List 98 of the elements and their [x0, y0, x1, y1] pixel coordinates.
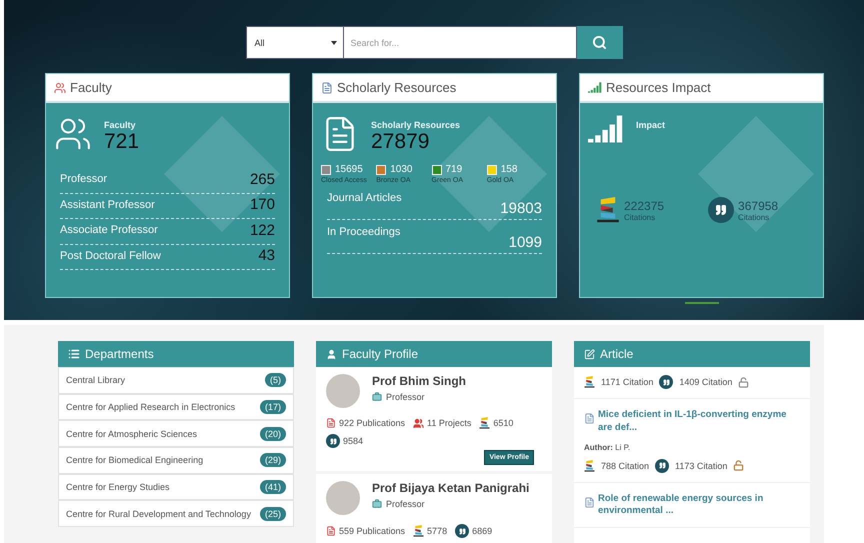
legend-value: 1030: [390, 164, 412, 175]
stat-text: 11 Projects: [427, 418, 472, 428]
legend-value: 158: [500, 164, 518, 175]
row-value: 122: [250, 222, 275, 239]
edit-icon: [584, 348, 595, 360]
document-icon: [584, 413, 595, 424]
citation-label: Citations: [624, 212, 656, 222]
stat-label: Impact: [636, 120, 666, 132]
stat-total: 27879: [371, 130, 430, 154]
category-select[interactable]: All: [246, 26, 344, 59]
stat-label: Faculty: [104, 120, 137, 130]
legend-value: 15695: [335, 164, 363, 175]
department-name: Centre for Atmospheric Sciences: [66, 428, 198, 439]
panel-title: Faculty Profile: [342, 347, 418, 361]
department-item[interactable]: Centre for Rural Development and Technology (25): [58, 500, 294, 528]
department-name: Central Library: [66, 375, 126, 386]
count-badge: (41): [260, 480, 286, 494]
panel-title: Departments: [85, 347, 154, 361]
card-title: Faculty: [70, 80, 112, 95]
department-item[interactable]: Centre for Atmospheric Sciences (20): [58, 420, 294, 448]
crossref-logo-icon: [584, 460, 595, 472]
count-badge: (5): [265, 373, 286, 388]
citation-label: Citations: [738, 212, 770, 222]
document-icon: [321, 82, 333, 94]
crossref-logo-icon: [596, 197, 620, 224]
citation-count: 222375: [624, 198, 664, 213]
search-icon: [592, 35, 607, 50]
briefcase-icon: [372, 392, 382, 402]
quote-icon: [655, 458, 670, 473]
person-name: Prof Bhim Singh: [372, 374, 466, 388]
position-text: Professor: [386, 392, 425, 402]
signal-bars-icon: [588, 82, 602, 93]
stat-total: 721: [104, 130, 140, 154]
signal-bars-icon: [588, 115, 624, 143]
person-name: Prof Bijaya Ketan Panigrahi: [372, 481, 530, 496]
department-item[interactable]: Centre for Energy Studies (41): [58, 474, 294, 500]
list-icon: [68, 348, 80, 360]
department-name: Centre for Rural Development and Technology: [66, 508, 251, 519]
row-value: 43: [258, 247, 275, 264]
people-icon: [413, 418, 424, 429]
department-name: Centre for Applied Research in Electronics: [66, 402, 236, 412]
card-title: Resources Impact: [606, 80, 711, 95]
stat-text: 5778: [427, 526, 448, 536]
citation-text: 788 Citation: [601, 460, 650, 471]
row-value: 19803: [500, 200, 542, 217]
stat-text: 6869: [472, 526, 492, 536]
row-value: 170: [250, 196, 275, 214]
row-label: Post Doctoral Fellow: [60, 250, 161, 262]
row-label: Associate Professor: [60, 224, 158, 236]
caret-icon: [330, 40, 336, 44]
document-icon: [326, 526, 336, 536]
department-item[interactable]: Centre for Applied Research in Electronics (17): [58, 394, 294, 420]
stat-text: 6510: [493, 418, 514, 428]
avatar-placeholder: [326, 481, 360, 516]
row-label: In Proceedings: [327, 226, 400, 238]
document-icon: [584, 496, 595, 508]
quote-icon: [659, 375, 674, 389]
department-item[interactable]: Centre for Biomedical Engineering (29): [58, 447, 294, 474]
quote-icon: [326, 434, 340, 448]
person-icon: [326, 348, 337, 360]
people-icon: [54, 82, 66, 94]
search-button[interactable]: [576, 26, 622, 59]
card-title: Scholarly Resources: [337, 80, 456, 95]
article-link[interactable]: Role of renewable energy sources in environmental ...: [584, 492, 800, 518]
row-value: 1099: [508, 234, 542, 251]
count-badge: (25): [260, 506, 286, 521]
count-badge: (17): [260, 400, 286, 414]
briefcase-icon: [372, 499, 382, 510]
crossref-logo-icon: [413, 525, 424, 538]
stat-text: 9584: [343, 436, 364, 446]
position-text: Professor: [386, 499, 425, 510]
count-badge: (20): [260, 426, 286, 441]
department-name: Centre for Biomedical Engineering: [66, 455, 204, 466]
count-badge: (29): [260, 453, 286, 468]
citation-count: 367958: [738, 198, 778, 213]
department-item[interactable]: Central Library (5): [58, 367, 294, 394]
row-label: Assistant Professor: [60, 198, 155, 211]
search-field[interactable]: Search for...: [344, 26, 576, 59]
stat-label: Scholarly Resources: [371, 120, 460, 130]
crossref-logo-icon: [479, 417, 490, 430]
department-name: Centre for Energy Studies: [66, 482, 170, 492]
quote-icon: [708, 197, 734, 224]
avatar-placeholder: [326, 374, 360, 408]
row-label: Journal Articles: [327, 192, 402, 204]
citation-text: 1171 Citation: [601, 377, 654, 387]
crossref-logo-icon: [584, 376, 595, 388]
legend-value: 719: [446, 164, 462, 175]
citation-text: 1409 Citation: [679, 377, 732, 387]
citation-text: 1173 Citation: [675, 460, 728, 471]
panel-title: Article: [600, 347, 634, 361]
quote-icon: [455, 524, 470, 538]
stat-text: 922 Publications: [339, 418, 406, 428]
document-icon: [326, 418, 336, 428]
author-text: Author: Li P.: [584, 442, 632, 452]
row-label: Professor: [60, 173, 108, 186]
stat-text: 559 Publications: [339, 526, 406, 536]
article-link[interactable]: Mice deficient in IL-1β-converting enzyme are def...: [584, 409, 800, 435]
row-value: 265: [250, 170, 275, 188]
